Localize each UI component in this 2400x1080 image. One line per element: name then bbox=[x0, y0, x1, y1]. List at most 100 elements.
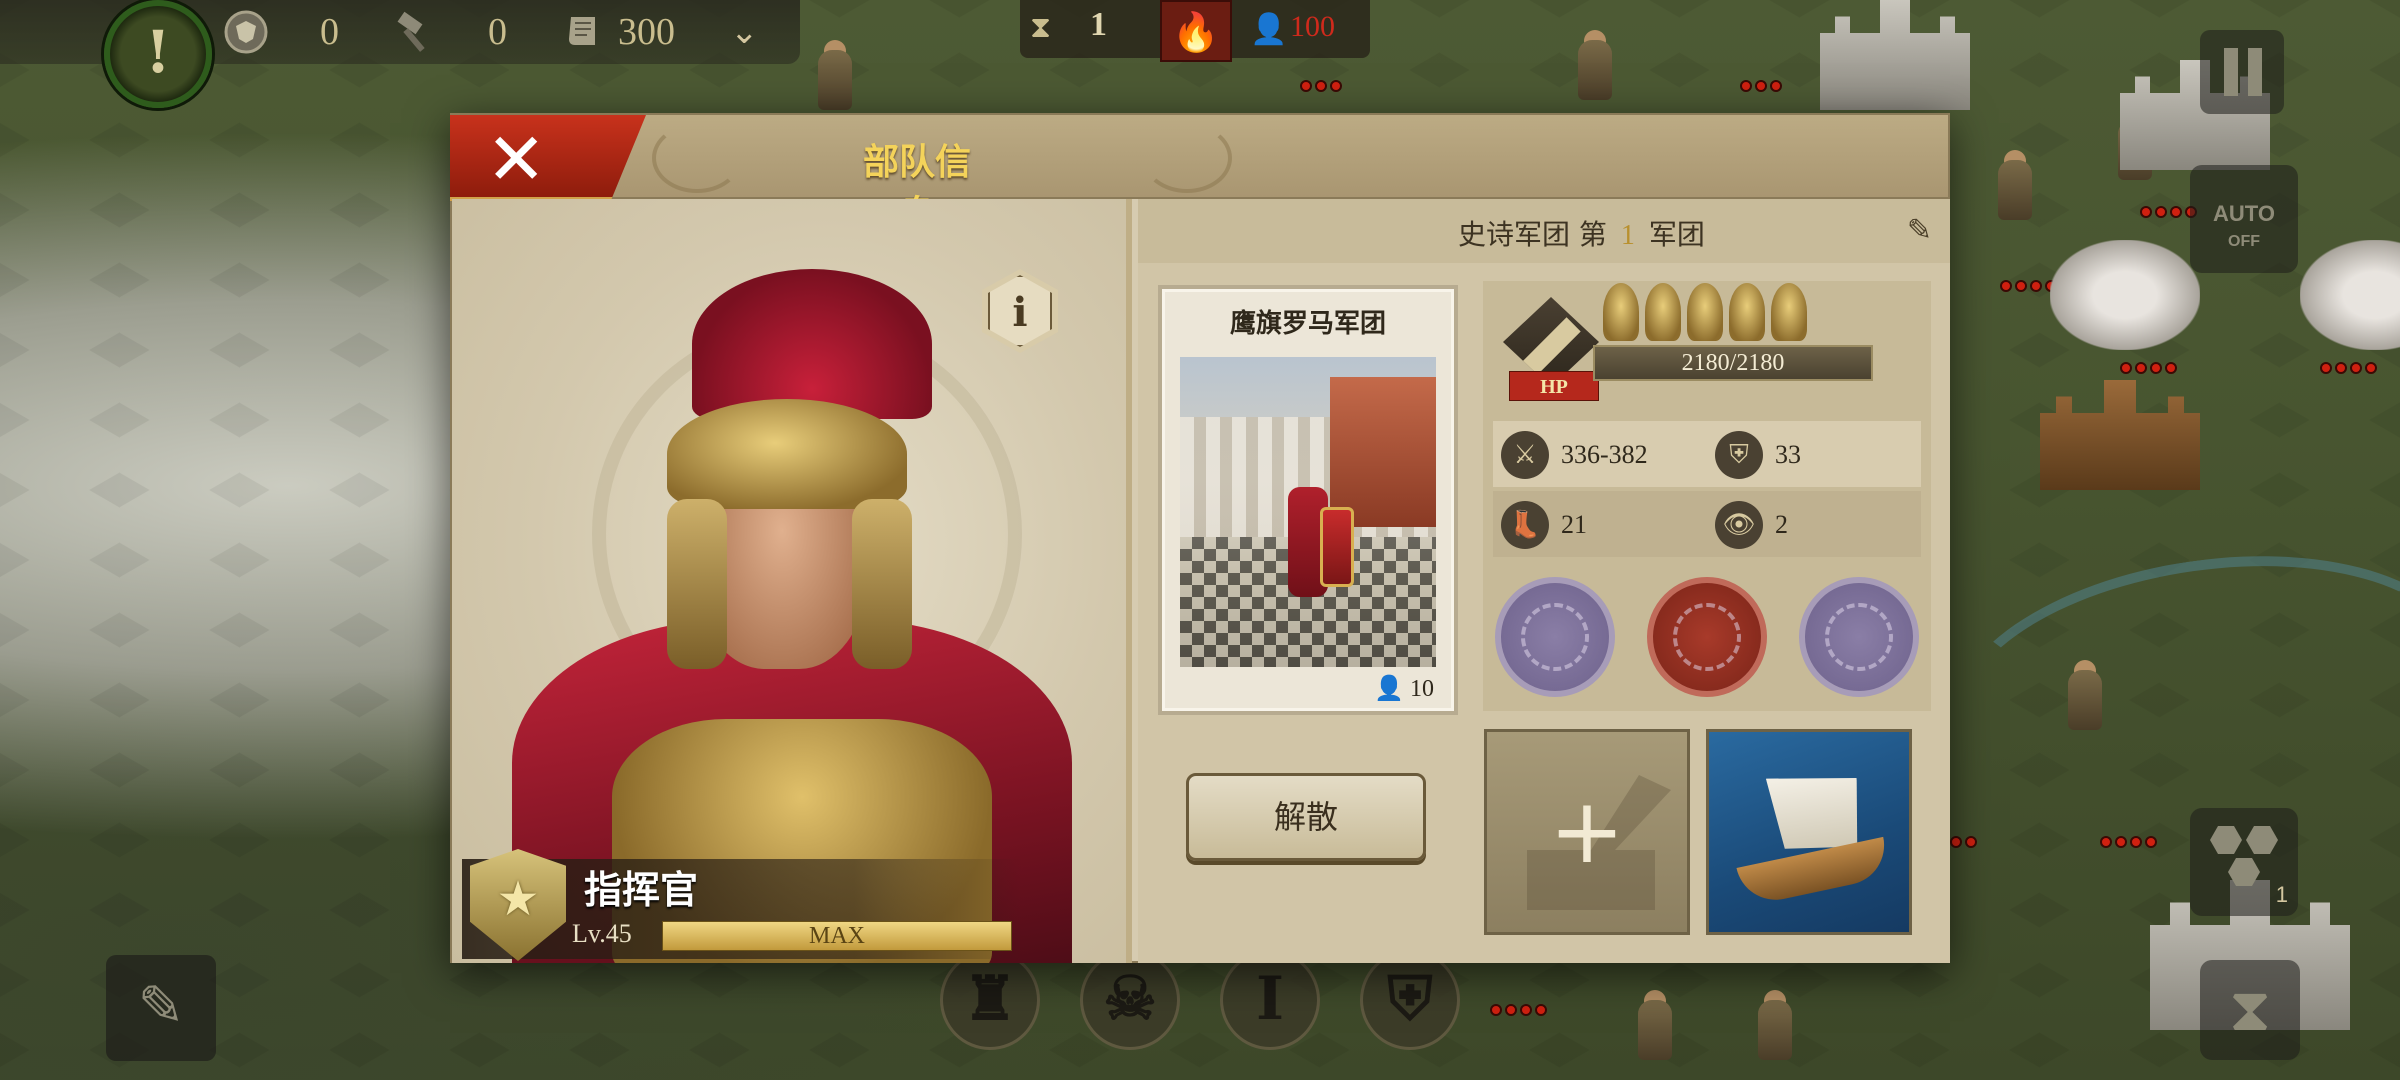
disband-button[interactable]: 解散 bbox=[1186, 773, 1426, 861]
fortress-icon[interactable]: ♜ bbox=[940, 950, 1040, 1050]
unit-hp-dots bbox=[2140, 206, 2197, 218]
skill-formation-icon[interactable] bbox=[1495, 577, 1615, 697]
turn-number: 1 bbox=[1090, 6, 1107, 43]
resource-scroll[interactable]: 300 bbox=[560, 6, 675, 58]
hex-select-button[interactable]: 1 bbox=[2190, 808, 2298, 916]
helmet-star-icon bbox=[1645, 283, 1681, 341]
stat-row: ⚔ 336-382 ⛨ 33 bbox=[1493, 421, 1921, 487]
fire-icon[interactable]: 🔥 bbox=[1160, 0, 1232, 62]
movement-value: 21 bbox=[1561, 510, 1587, 539]
hp-value: 2180/2180 bbox=[1681, 350, 1785, 376]
auto-label: AUTO bbox=[2213, 201, 2275, 226]
star-rating bbox=[1603, 283, 1807, 341]
chevron-down-icon[interactable]: ⌄ bbox=[730, 12, 759, 52]
unit-count: 👤 10 bbox=[1374, 674, 1434, 703]
shield-value: 0 bbox=[320, 11, 339, 53]
helmet-star-icon bbox=[1603, 283, 1639, 341]
map-unit[interactable] bbox=[1560, 30, 1630, 120]
hourglass-icon: ⧗ bbox=[1030, 10, 1052, 45]
unit-hp-dots bbox=[1300, 80, 1342, 92]
edit-pencil-icon[interactable]: ✎ bbox=[1907, 213, 1932, 248]
castle[interactable] bbox=[1820, 0, 1970, 110]
shield-icon[interactable]: ⛨ bbox=[1360, 950, 1460, 1050]
close-icon: ✕ bbox=[486, 117, 547, 201]
map-unit[interactable] bbox=[2050, 660, 2120, 750]
level-bar-label: MAX bbox=[808, 923, 865, 949]
unit-hp-dots bbox=[1740, 80, 1782, 92]
mammoth-unit[interactable] bbox=[2050, 240, 2200, 350]
population-value: 100 bbox=[1290, 10, 1335, 43]
level-progress-bar: MAX bbox=[662, 921, 1012, 951]
commander-panel: i ★ 指挥官 Lv.45 MAX bbox=[452, 199, 1132, 963]
number-one-icon[interactable]: I bbox=[1220, 950, 1320, 1050]
hammer-icon bbox=[390, 8, 438, 56]
laurel-left-icon bbox=[652, 123, 742, 193]
helmet-star-icon bbox=[1687, 283, 1723, 341]
unit-hp-dots bbox=[2000, 280, 2057, 292]
alert-button[interactable]: ! bbox=[104, 0, 212, 108]
legion-suffix: 军团 bbox=[1648, 218, 1705, 251]
hex-count: 1 bbox=[2275, 882, 2288, 907]
unit-panel: 史诗军团 第 1 军团 ✎ 鹰旗罗马军团 👤 10 HP 2180/2180 ⚔… bbox=[1138, 199, 1950, 963]
hp-tag: HP bbox=[1509, 371, 1599, 401]
movement-stat: 👢 21 bbox=[1501, 501, 1587, 549]
unit-hp-dots bbox=[1950, 836, 1977, 848]
unit-stats: HP 2180/2180 ⚔ 336-382 ⛨ 33 👢 21 👁 2 bbox=[1483, 281, 1931, 711]
resource-shield[interactable]: 0 bbox=[222, 6, 339, 58]
end-turn-hourglass-icon[interactable]: ⧗ bbox=[2200, 960, 2300, 1060]
vision-stat: 👁 2 bbox=[1715, 501, 1788, 549]
legion-number: 1 bbox=[1620, 220, 1635, 251]
shield-coin-icon bbox=[222, 8, 270, 56]
pause-button[interactable] bbox=[2200, 30, 2284, 114]
hammer-value: 0 bbox=[488, 11, 507, 53]
map-unit[interactable] bbox=[1980, 150, 2050, 240]
camp[interactable] bbox=[2040, 380, 2200, 490]
helmet-star-icon bbox=[1771, 283, 1807, 341]
info-icon: i bbox=[988, 275, 1052, 347]
turn-info-bar: 1 ⧗ 🔥 👤 100 bbox=[1020, 0, 1370, 62]
unit-card[interactable]: 鹰旗罗马军团 👤 10 bbox=[1158, 285, 1458, 715]
map-unit[interactable] bbox=[1620, 990, 1690, 1080]
skill-sword-icon[interactable] bbox=[1799, 577, 1919, 697]
armor-icon: ⛨ bbox=[1715, 431, 1763, 479]
defense-value: 33 bbox=[1775, 440, 1801, 469]
eye-icon: 👁 bbox=[1715, 501, 1763, 549]
unit-count-value: 10 bbox=[1410, 676, 1434, 702]
attack-icon: ⚔ bbox=[1501, 431, 1549, 479]
skill-list bbox=[1493, 577, 1921, 697]
star-icon: ★ bbox=[496, 871, 540, 927]
add-siege-slot[interactable]: + bbox=[1484, 729, 1690, 935]
auto-state: OFF bbox=[2228, 233, 2260, 250]
unit-hp-dots bbox=[2120, 362, 2177, 374]
legion-header: 史诗军团 第 1 军团 ✎ bbox=[1138, 199, 1950, 263]
commander-level: Lv.45 bbox=[572, 919, 632, 948]
unit-hp-dots bbox=[2100, 836, 2157, 848]
dialog-titlebar: 部队信息 bbox=[452, 115, 1948, 235]
legion-prefix: 史诗军团 第 bbox=[1458, 218, 1607, 251]
laurel-right-icon bbox=[1142, 123, 1232, 193]
attack-value: 336-382 bbox=[1561, 440, 1648, 469]
skill-charge-icon[interactable] bbox=[1647, 577, 1767, 697]
hp-bar: 2180/2180 bbox=[1593, 345, 1873, 381]
plus-icon: + bbox=[1549, 779, 1625, 884]
unit-hp-dots bbox=[2320, 362, 2377, 374]
person-icon: 👤 bbox=[1250, 12, 1288, 47]
attack-stat: ⚔ 336-382 bbox=[1501, 431, 1648, 479]
unit-hp-dots bbox=[1490, 1004, 1547, 1016]
resource-hammer[interactable]: 0 bbox=[390, 6, 507, 58]
legion-name: 史诗军团 第 1 军团 bbox=[1458, 213, 1705, 253]
person-icon: 👤 bbox=[1374, 676, 1404, 702]
auto-button[interactable]: AUTO OFF bbox=[2190, 165, 2298, 273]
mammoth-unit[interactable] bbox=[2300, 240, 2400, 350]
boot-icon: 👢 bbox=[1501, 501, 1549, 549]
skull-icon[interactable]: ☠ bbox=[1080, 950, 1180, 1050]
stat-row: 👢 21 👁 2 bbox=[1493, 491, 1921, 557]
map-unit[interactable] bbox=[1740, 990, 1810, 1080]
scroll-icon bbox=[560, 8, 608, 56]
unit-illustration bbox=[1180, 357, 1436, 667]
scroll-map-button[interactable]: ✎ bbox=[106, 955, 216, 1061]
bottom-action-icons: ♜ ☠ I ⛨ bbox=[940, 950, 1460, 1050]
ship-slot[interactable] bbox=[1706, 729, 1912, 935]
defense-stat: ⛨ 33 bbox=[1715, 431, 1801, 479]
unit-info-dialog: 部队信息 ✕ i ★ 指挥官 Lv.45 MAX bbox=[450, 113, 1950, 963]
